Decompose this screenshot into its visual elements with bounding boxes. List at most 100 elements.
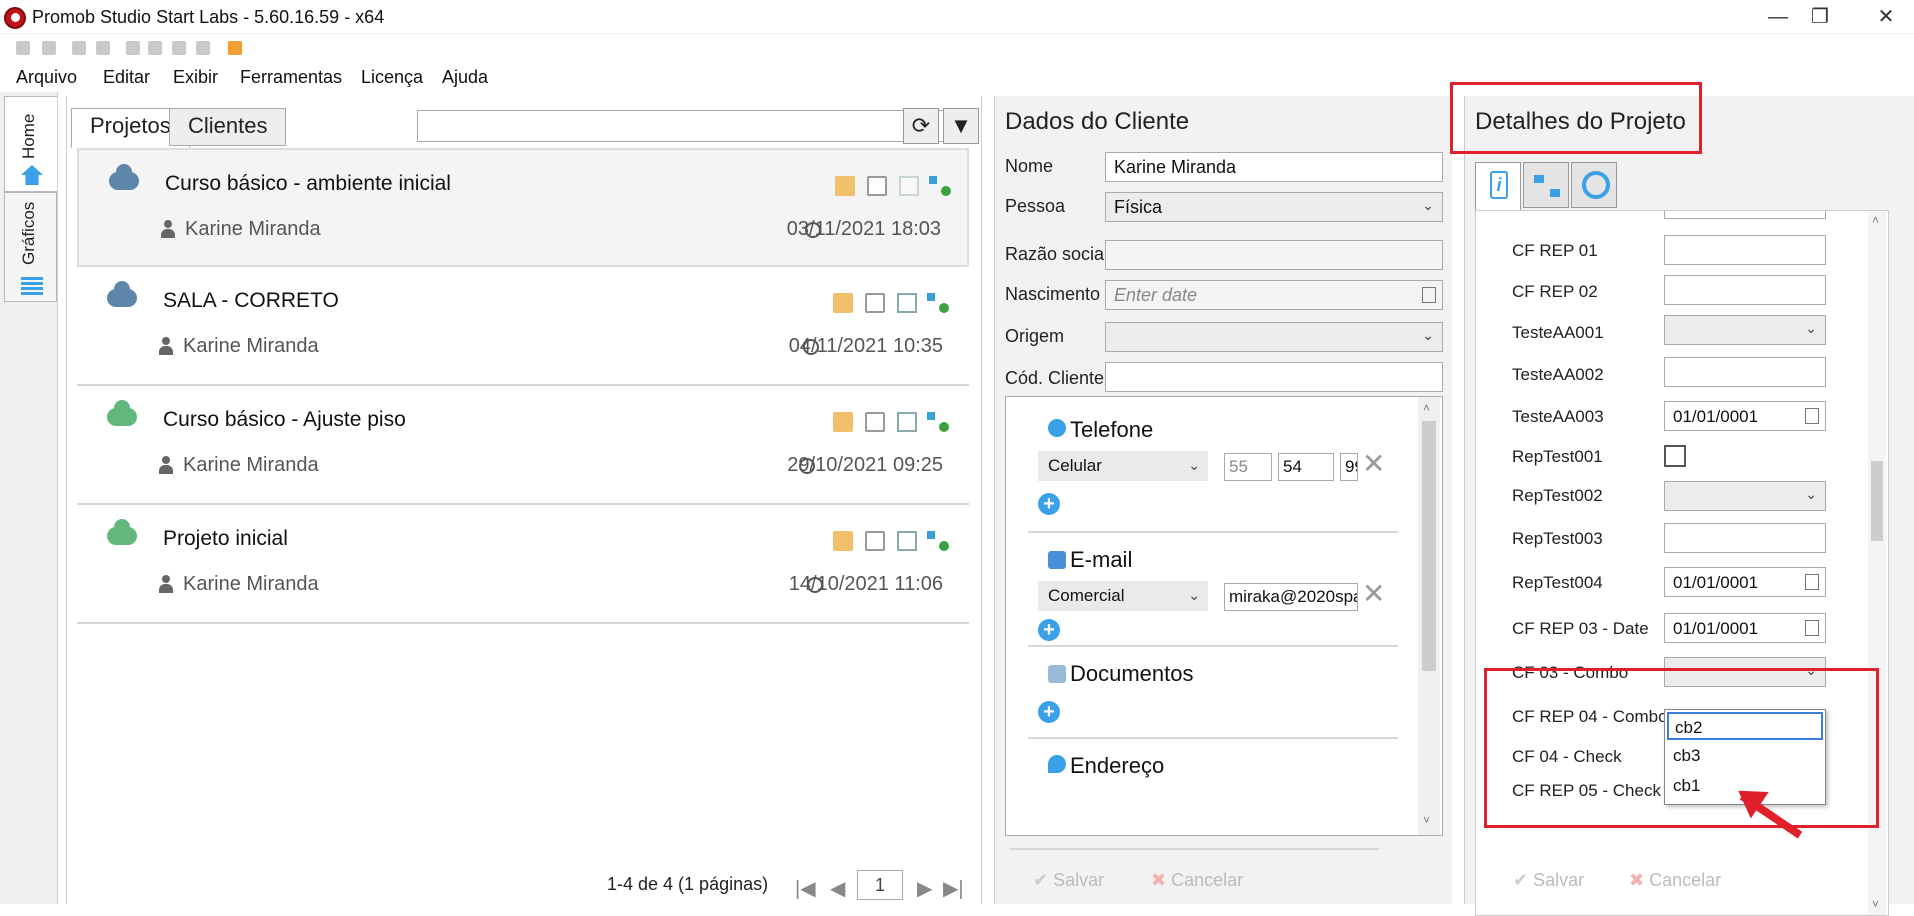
reptest002-select[interactable]: ⌄ bbox=[1664, 481, 1826, 511]
export-icon[interactable] bbox=[899, 176, 919, 196]
project-item[interactable]: Curso básico - ambiente inicial Karine M… bbox=[77, 148, 969, 267]
nascimento-date-field[interactable]: Enter date bbox=[1105, 280, 1443, 310]
razao-social-field[interactable] bbox=[1105, 240, 1443, 270]
menu-editar[interactable]: Editar bbox=[103, 67, 150, 88]
filter-icon[interactable]: ▼ bbox=[943, 108, 979, 144]
tree-add-icon[interactable] bbox=[927, 531, 949, 551]
open-folder-icon[interactable] bbox=[833, 531, 853, 551]
project-item[interactable]: Curso básico - Ajuste piso Karine Mirand… bbox=[77, 386, 969, 505]
contact-scrollbar[interactable]: ˄ ˅ bbox=[1418, 397, 1440, 835]
email-input[interactable]: miraka@2020spaces.com bbox=[1224, 583, 1358, 611]
page-number-input[interactable]: 1 bbox=[857, 870, 903, 900]
minimize-button[interactable]: — bbox=[1758, 4, 1798, 30]
calendar-icon[interactable] bbox=[1805, 408, 1819, 424]
calendar-icon[interactable] bbox=[1805, 620, 1819, 636]
scroll-thumb[interactable] bbox=[1871, 461, 1883, 541]
email-type-select[interactable]: Comercial ⌄ bbox=[1038, 581, 1208, 611]
project-search-input[interactable] bbox=[417, 110, 961, 142]
cod-cliente-field[interactable] bbox=[1105, 362, 1443, 392]
add-phone-icon[interactable]: + bbox=[1038, 493, 1060, 515]
duplicate-icon[interactable] bbox=[867, 176, 887, 196]
menu-exibir[interactable]: Exibir bbox=[173, 67, 218, 88]
paste-icon[interactable] bbox=[172, 41, 186, 55]
nome-field[interactable]: Karine Miranda bbox=[1105, 152, 1443, 182]
duplicate-icon[interactable] bbox=[865, 412, 885, 432]
open-folder-icon[interactable] bbox=[833, 293, 853, 313]
cut-icon[interactable] bbox=[126, 41, 140, 55]
client-save-button[interactable]: ✔ Salvar bbox=[1033, 870, 1104, 891]
reptest003-input[interactable] bbox=[1664, 523, 1826, 553]
scroll-up-icon[interactable]: ˄ bbox=[1423, 401, 1430, 415]
scroll-down-icon[interactable]: ˅ bbox=[1872, 897, 1879, 911]
export-icon[interactable] bbox=[897, 412, 917, 432]
tree-add-icon[interactable] bbox=[927, 293, 949, 313]
pessoa-value: Física bbox=[1114, 197, 1163, 217]
export-icon[interactable] bbox=[897, 531, 917, 551]
document-card-icon bbox=[1048, 665, 1066, 683]
telefone-number-input[interactable]: 99 bbox=[1340, 453, 1358, 481]
project-item[interactable]: Projeto inicial Karine Miranda 14/10/202… bbox=[77, 505, 969, 624]
tab-clientes[interactable]: Clientes bbox=[169, 108, 287, 146]
copy-icon[interactable] bbox=[148, 41, 162, 55]
print-icon[interactable] bbox=[42, 41, 56, 55]
reptest004-date[interactable]: 01/01/0001 bbox=[1664, 567, 1826, 597]
menu-ferramentas[interactable]: Ferramentas bbox=[240, 67, 342, 88]
open-folder-icon[interactable] bbox=[835, 176, 855, 196]
pessoa-select[interactable]: Física ⌄ bbox=[1105, 192, 1443, 222]
reptest004-label: RepTest004 bbox=[1512, 573, 1603, 592]
field-prev[interactable] bbox=[1664, 211, 1826, 219]
undo-icon[interactable] bbox=[72, 41, 86, 55]
origem-select[interactable]: ⌄ bbox=[1105, 322, 1443, 352]
testeaa001-select[interactable]: ⌄ bbox=[1664, 315, 1826, 345]
export-icon[interactable] bbox=[897, 293, 917, 313]
calendar-icon[interactable] bbox=[1805, 574, 1819, 590]
cf-rep-01-input[interactable] bbox=[1664, 235, 1826, 265]
close-button[interactable]: ✕ bbox=[1866, 4, 1906, 30]
next-page-icon[interactable]: ▶ bbox=[917, 876, 932, 901]
cf-rep-02-input[interactable] bbox=[1664, 275, 1826, 305]
history-tab[interactable] bbox=[1571, 162, 1617, 208]
scroll-up-icon[interactable]: ˄ bbox=[1872, 213, 1879, 227]
scroll-down-icon[interactable]: ˅ bbox=[1423, 813, 1430, 827]
first-page-icon[interactable]: |◀ bbox=[795, 876, 816, 901]
add-document-icon[interactable]: + bbox=[1038, 701, 1060, 723]
telefone-country-input[interactable]: 55 bbox=[1224, 453, 1272, 481]
telefone-area-input[interactable]: 54 bbox=[1278, 453, 1334, 481]
save-icon[interactable] bbox=[16, 41, 30, 55]
prev-page-icon[interactable]: ◀ bbox=[830, 876, 845, 901]
remove-phone-icon[interactable]: ✕ bbox=[1362, 447, 1385, 480]
client-panel: Dados do Cliente Nome Karine Miranda Pes… bbox=[994, 96, 1452, 904]
testeaa003-date[interactable]: 01/01/0001 bbox=[1664, 401, 1826, 431]
details-cancel-button[interactable]: ✖ Cancelar bbox=[1629, 870, 1721, 891]
telefone-type-select[interactable]: Celular ⌄ bbox=[1038, 451, 1208, 481]
details-save-button[interactable]: ✔ Salvar bbox=[1513, 870, 1584, 891]
menu-ajuda[interactable]: Ajuda bbox=[442, 67, 488, 88]
menu-arquivo[interactable]: Arquivo bbox=[16, 67, 77, 88]
project-list: Curso básico - ambiente inicial Karine M… bbox=[77, 148, 969, 624]
duplicate-icon[interactable] bbox=[865, 293, 885, 313]
info-tab[interactable]: i bbox=[1475, 162, 1521, 210]
user-profile-icon[interactable] bbox=[228, 41, 242, 55]
maximize-button[interactable]: ❐ bbox=[1800, 4, 1840, 30]
duplicate-icon[interactable] bbox=[865, 531, 885, 551]
scroll-thumb[interactable] bbox=[1422, 421, 1436, 671]
testeaa002-input[interactable] bbox=[1664, 357, 1826, 387]
refresh-icon[interactable]: ⟳ bbox=[903, 108, 939, 144]
last-page-icon[interactable]: ▶| bbox=[943, 876, 964, 901]
client-cancel-button[interactable]: ✖ Cancelar bbox=[1151, 870, 1243, 891]
menu-licenca[interactable]: Licença bbox=[361, 67, 423, 88]
delete-icon[interactable] bbox=[196, 41, 210, 55]
tree-add-icon[interactable] bbox=[929, 176, 951, 196]
rail-tab-home[interactable]: Home bbox=[4, 96, 57, 192]
rail-tab-graficos[interactable]: Gráficos bbox=[4, 192, 57, 302]
redo-icon[interactable] bbox=[96, 41, 110, 55]
calendar-icon[interactable] bbox=[1422, 287, 1436, 303]
cf-rep-03-date[interactable]: 01/01/0001 bbox=[1664, 613, 1826, 643]
structure-tab[interactable] bbox=[1523, 162, 1569, 208]
project-item[interactable]: SALA - CORRETO Karine Miranda 04/11/2021… bbox=[77, 267, 969, 386]
add-email-icon[interactable]: + bbox=[1038, 619, 1060, 641]
remove-email-icon[interactable]: ✕ bbox=[1362, 577, 1385, 610]
reptest001-checkbox[interactable] bbox=[1664, 445, 1686, 467]
open-folder-icon[interactable] bbox=[833, 412, 853, 432]
tree-add-icon[interactable] bbox=[927, 412, 949, 432]
